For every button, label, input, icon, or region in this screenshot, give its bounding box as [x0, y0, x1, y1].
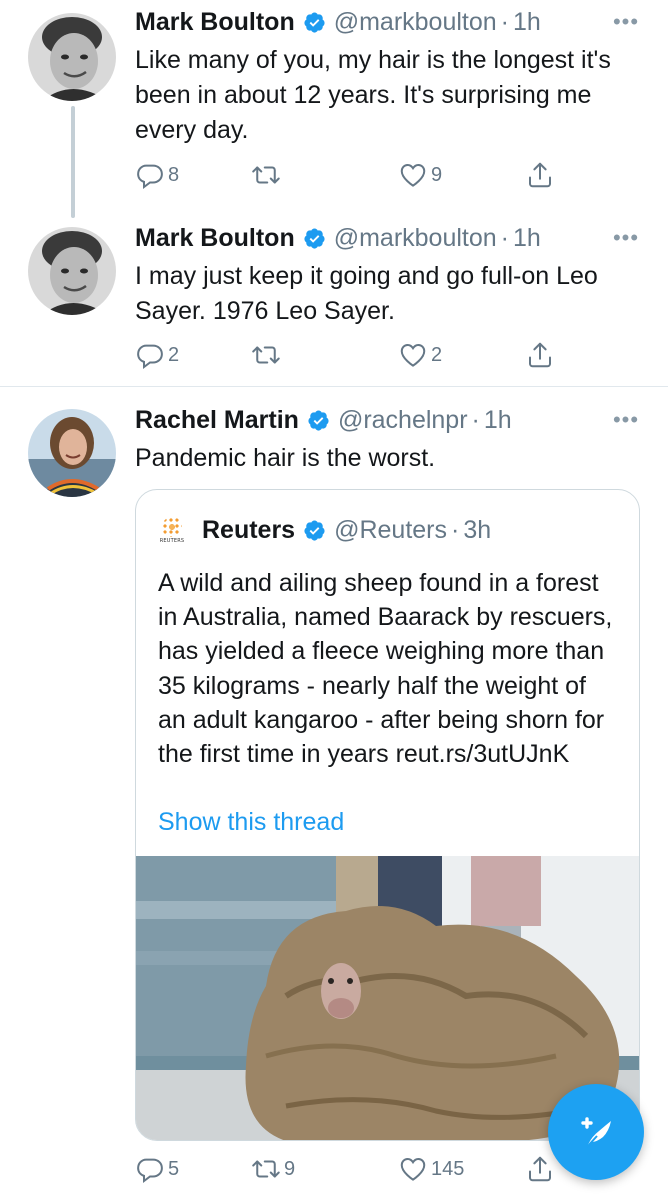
- reply-button[interactable]: 5: [135, 1149, 179, 1189]
- verified-badge-icon: [303, 11, 326, 34]
- more-icon[interactable]: •••: [608, 402, 644, 438]
- share-icon: [529, 162, 551, 188]
- like-icon: [400, 343, 426, 367]
- timestamp[interactable]: 1h: [513, 224, 541, 253]
- compose-tweet-button[interactable]: [548, 1084, 644, 1180]
- more-icon[interactable]: •••: [608, 220, 644, 256]
- reuters-logo-mark: [162, 516, 182, 537]
- tweet-text: Pandemic hair is the worst.: [135, 444, 436, 472]
- thread-connector-line: [71, 106, 75, 218]
- quoted-tweet-text: A wild and ailing sheep found in a fores…: [158, 569, 613, 769]
- reply-button[interactable]: 2: [135, 335, 179, 375]
- like-count: 145: [431, 1157, 465, 1180]
- like-count: 2: [431, 343, 443, 366]
- reply-icon: [137, 164, 163, 189]
- like-button[interactable]: 2: [398, 335, 442, 375]
- separator-dot: ·: [500, 7, 509, 36]
- tweet-header: Mark Boulton @markboulton · 1h •••: [135, 220, 644, 256]
- tweet-2[interactable]: Mark Boulton @markboulton · 1h ••• I may…: [0, 215, 668, 385]
- reply-button[interactable]: 8: [135, 155, 179, 195]
- like-button[interactable]: 9: [398, 155, 442, 195]
- quoted-handle[interactable]: @Reuters: [334, 516, 447, 545]
- verified-badge-icon: [303, 519, 326, 542]
- avatar-mark-boulton[interactable]: [28, 13, 116, 101]
- like-icon: [400, 1157, 426, 1181]
- reply-icon: [137, 344, 163, 369]
- display-name[interactable]: Mark Boulton: [135, 8, 295, 37]
- tweet-header: Rachel Martin @rachelnpr · 1h •••: [135, 402, 644, 438]
- share-icon: [529, 1156, 551, 1182]
- quoted-tweet-card[interactable]: REUTERS Reuters @Reuters · 3h A wild and…: [135, 489, 640, 1141]
- separator-dot: ·: [471, 405, 480, 434]
- avatar-rachel-martin[interactable]: [28, 409, 116, 497]
- display-name[interactable]: Rachel Martin: [135, 406, 299, 435]
- reply-count: 5: [168, 1157, 180, 1180]
- tweet-actions: 5 9 145: [135, 1149, 565, 1189]
- tweet-header: Mark Boulton @markboulton · 1h •••: [135, 4, 644, 40]
- quoted-tweet-header: REUTERS Reuters @Reuters · 3h: [156, 512, 491, 548]
- retweet-icon: [252, 1160, 280, 1178]
- reply-icon: [137, 1158, 163, 1183]
- tweet-actions: 8 9: [135, 155, 565, 195]
- retweet-button[interactable]: [251, 335, 284, 375]
- verified-badge-icon: [307, 409, 330, 432]
- handle[interactable]: @rachelnpr: [338, 406, 468, 435]
- separator-dot: ·: [451, 515, 460, 544]
- reuters-logo[interactable]: REUTERS: [156, 514, 188, 546]
- display-name[interactable]: Mark Boulton: [135, 224, 295, 253]
- timestamp[interactable]: 1h: [484, 406, 512, 435]
- compose-tweet-icon: [581, 1117, 611, 1148]
- like-icon: [400, 163, 426, 187]
- retweet-button[interactable]: 9: [251, 1149, 295, 1189]
- handle[interactable]: @markboulton: [334, 224, 497, 253]
- like-button[interactable]: 145: [398, 1149, 464, 1189]
- retweet-button[interactable]: [251, 155, 284, 195]
- share-icon: [529, 342, 551, 368]
- like-count: 9: [431, 163, 443, 186]
- timestamp[interactable]: 1h: [513, 8, 541, 37]
- retweet-icon: [252, 166, 280, 184]
- handle[interactable]: @markboulton: [334, 8, 497, 37]
- tweet-actions: 2 2: [135, 335, 565, 375]
- share-button[interactable]: [525, 1149, 555, 1189]
- reuters-logo-text: REUTERS: [159, 537, 185, 544]
- share-button[interactable]: [525, 335, 555, 375]
- share-button[interactable]: [525, 155, 555, 195]
- avatar-mark-boulton[interactable]: [28, 227, 116, 315]
- more-icon[interactable]: •••: [608, 4, 644, 40]
- quoted-display-name[interactable]: Reuters: [202, 516, 295, 545]
- separator-dot: ·: [500, 223, 509, 252]
- reply-count: 2: [168, 343, 180, 366]
- tweet-text: Like many of you, my hair is the longest…: [135, 46, 611, 144]
- verified-badge-icon: [303, 227, 326, 250]
- retweet-icon: [252, 346, 280, 364]
- tweet-text: I may just keep it going and go full-on …: [135, 262, 598, 325]
- retweet-count: 9: [284, 1157, 296, 1180]
- reply-count: 8: [168, 163, 180, 186]
- tweet-1[interactable]: Mark Boulton @markboulton · 1h ••• Like …: [0, 0, 668, 218]
- show-thread-link[interactable]: Show this thread: [158, 808, 344, 837]
- quoted-timestamp[interactable]: 3h: [463, 516, 491, 545]
